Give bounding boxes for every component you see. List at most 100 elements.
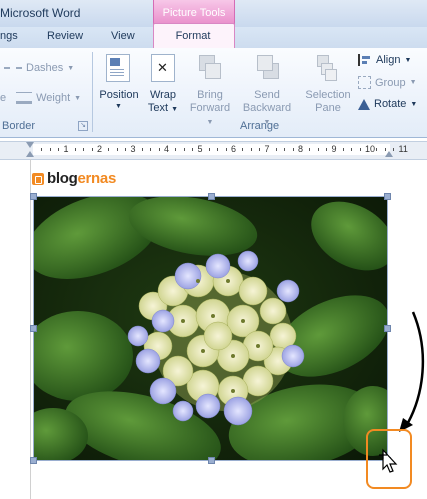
resize-handle-top-right[interactable]: [384, 193, 391, 200]
selection-pane-icon: [317, 55, 339, 81]
move-cursor-icon: [379, 448, 398, 473]
ruler-tick: [183, 148, 185, 151]
ruler-tick: [342, 148, 344, 151]
ruler-number: 4: [164, 144, 170, 154]
resize-handle-top[interactable]: [208, 193, 215, 200]
ruler-number: 10: [365, 144, 376, 154]
ruler-number: 2: [97, 144, 103, 154]
dashes-button[interactable]: Dashes ▼: [4, 62, 74, 74]
ruler-tick: [384, 148, 386, 151]
weight-button[interactable]: e Weight ▼: [0, 92, 81, 104]
ruler-tick: [292, 148, 294, 151]
align-icon: [358, 54, 372, 66]
ruler-tick: [58, 148, 60, 151]
align-label: Align: [376, 54, 401, 66]
align-button[interactable]: Align ▼: [358, 54, 411, 66]
group-separator: [92, 52, 93, 132]
ruler-tick: [158, 148, 160, 151]
ruler-tick: [376, 148, 378, 151]
curved-arrow-annotation: [399, 311, 425, 432]
rotate-button[interactable]: Rotate ▼: [358, 98, 417, 110]
first-line-indent-marker[interactable]: [26, 142, 34, 148]
selection-pane-label-1: Selection: [305, 89, 351, 101]
selection-pane-button[interactable]: Selection Pane: [300, 52, 356, 118]
ruler-tick: [225, 148, 227, 151]
ruler-tick: [217, 148, 219, 151]
tab-view[interactable]: View: [111, 30, 135, 42]
ruler-tick: [192, 148, 194, 151]
ruler-tick: [116, 148, 118, 151]
ruler-number: 11: [398, 144, 408, 154]
partial-label: e: [0, 92, 7, 104]
ruler-tick: [208, 148, 210, 151]
ruler-tick: [275, 148, 277, 151]
ruler-tick: [49, 148, 51, 151]
wrap-text-button[interactable]: ✕ Wrap Text ▼: [143, 52, 183, 118]
tab-format[interactable]: Format: [153, 30, 233, 42]
logo-text-accent: ernas: [77, 170, 116, 187]
selection-pane-label-2: Pane: [315, 102, 341, 114]
ruler-tick: [309, 148, 311, 151]
ruler-tick: [242, 148, 244, 151]
chevron-down-icon: ▼: [67, 64, 75, 72]
selection-border: [33, 196, 388, 461]
ruler-number: 6: [231, 144, 237, 154]
send-backward-label-2: Backward: [242, 102, 292, 114]
ruler-number: 5: [197, 144, 203, 154]
position-icon: [106, 54, 130, 82]
group-button[interactable]: Group ▼: [358, 76, 417, 89]
resize-handle-bottom-left[interactable]: [30, 457, 37, 464]
blog-logo-icon: [32, 172, 44, 185]
ruler-tick: [91, 148, 93, 151]
ruler-tick: [141, 148, 143, 151]
dashes-icon: [4, 67, 22, 69]
right-indent-marker[interactable]: [385, 151, 393, 157]
group-label: Group: [375, 76, 406, 89]
logo-text-dark: blog: [47, 170, 78, 187]
logo-text: blogernas: [47, 170, 116, 187]
chevron-down-icon: ▼: [74, 94, 82, 102]
resize-handle-bottom[interactable]: [208, 457, 215, 464]
ruler-tick: [284, 148, 286, 151]
chevron-down-icon: ▼: [410, 100, 418, 108]
chevron-down-icon: ▼: [409, 79, 417, 86]
dashes-label: Dashes: [26, 62, 64, 74]
ruler-tick: [108, 148, 110, 151]
dialog-launcher-icon[interactable]: ↘: [78, 121, 88, 131]
tab-mailings[interactable]: ngs: [0, 30, 18, 42]
ruler-tick: [393, 148, 395, 151]
hanging-indent-marker[interactable]: [26, 151, 34, 157]
rotate-label: Rotate: [374, 98, 407, 110]
chevron-down-icon: ▼: [206, 119, 214, 126]
resize-handle-left[interactable]: [30, 325, 37, 332]
chevron-down-icon: ▼: [404, 56, 412, 64]
send-backward-label-1: Send: [254, 89, 280, 101]
ruler-tick: [41, 148, 43, 151]
ruler-tick: [351, 148, 353, 151]
ruler-number: 1: [63, 144, 69, 154]
bring-forward-button[interactable]: Bring Forward ▼: [185, 52, 235, 126]
ruler-tick: [74, 148, 76, 151]
resize-handle-top-left[interactable]: [30, 193, 37, 200]
position-button[interactable]: Position ▼: [97, 52, 141, 118]
chevron-down-icon: ▼: [115, 103, 122, 110]
ruler-tick: [150, 148, 152, 151]
border-group-label: Border: [2, 120, 36, 132]
ruler-tick: [259, 148, 261, 151]
ruler-tick: [125, 148, 127, 151]
position-label: Position: [99, 89, 139, 101]
bring-forward-label-1: Bring: [197, 89, 223, 101]
tab-review[interactable]: Review: [47, 30, 83, 42]
ruler-number: 9: [331, 144, 337, 154]
bring-forward-icon: [199, 55, 221, 79]
send-backward-icon: [257, 55, 279, 79]
app-title: Microsoft Word: [0, 6, 81, 20]
wrap-text-icon: ✕: [151, 54, 175, 82]
send-backward-button[interactable]: Send Backward ▼: [239, 52, 295, 126]
ruler-tick: [250, 148, 252, 151]
resize-handle-right[interactable]: [384, 325, 391, 332]
ruler-number: 3: [130, 144, 136, 154]
arrange-group-label: Arrange: [240, 120, 280, 132]
weight-label: Weight: [36, 92, 71, 104]
ruler-tick: [326, 148, 328, 151]
